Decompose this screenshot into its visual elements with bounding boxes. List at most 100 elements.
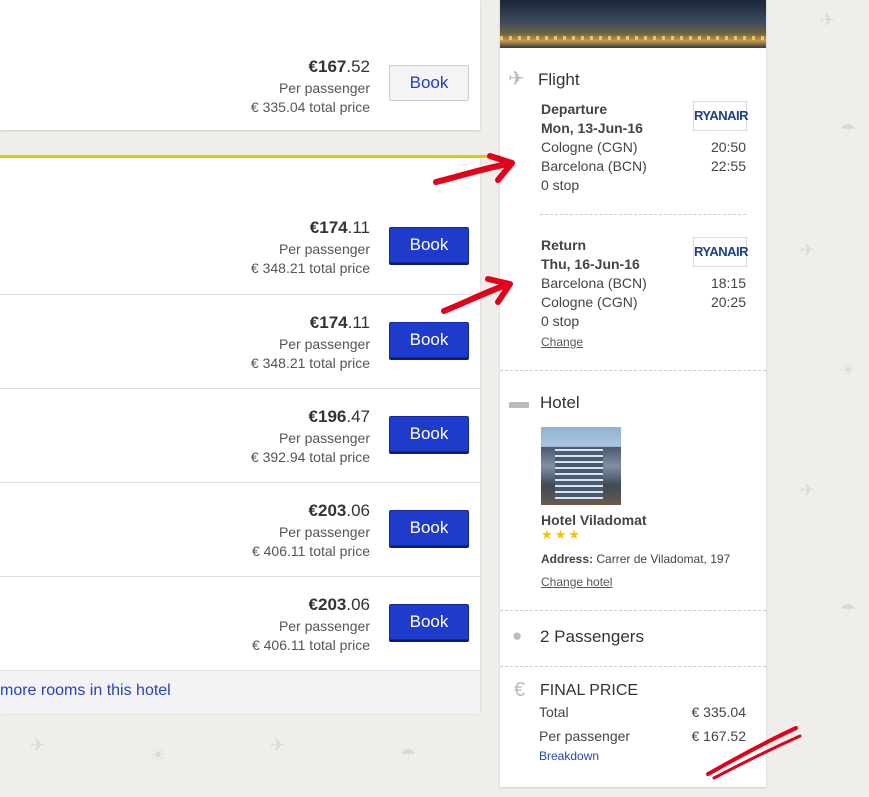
price-block: €203.06 Per passenger € 406.11 total pri… xyxy=(252,595,370,653)
departure-destination: Barcelona (BCN) xyxy=(541,158,647,174)
more-rooms-link[interactable]: more rooms in this hotel xyxy=(0,670,480,714)
price-integer: €196 xyxy=(308,407,347,426)
per-passenger-label: Per passenger xyxy=(278,618,370,634)
price-block: €203.06 Per passenger € 406.11 total pri… xyxy=(252,501,370,559)
person-icon: ● xyxy=(512,626,523,645)
per-passenger-label: Per passenger xyxy=(278,241,370,257)
book-button[interactable]: Book xyxy=(389,416,469,452)
euro-icon: € xyxy=(514,679,526,701)
airline-logo: RYANAIR xyxy=(693,101,749,131)
divider xyxy=(540,214,746,215)
book-button[interactable]: Book xyxy=(389,65,469,101)
price-decimal: .11 xyxy=(347,218,370,237)
total-price-label: € 335.04 total price xyxy=(250,99,370,115)
price-decimal: .06 xyxy=(346,501,370,520)
hotel-name: Hotel Viladomat xyxy=(541,512,647,528)
price-integer: €203 xyxy=(308,501,347,520)
divider xyxy=(500,370,766,371)
annotation-scribble xyxy=(706,726,802,780)
divider xyxy=(500,610,766,611)
passengers-count: 2 Passengers xyxy=(540,627,644,646)
price-decimal: .06 xyxy=(346,595,370,614)
return-origin: Barcelona (BCN) xyxy=(541,275,647,291)
total-price-label: € 348.21 total price xyxy=(250,260,370,276)
decor-icon: ☂ xyxy=(840,600,857,620)
price-decimal: .52 xyxy=(346,57,370,76)
price-amount: €167.52 xyxy=(251,57,370,77)
decor-icon: ☀ xyxy=(840,360,857,380)
breakdown-link[interactable]: Breakdown xyxy=(539,749,599,763)
per-passenger-label: Per passenger xyxy=(539,728,631,744)
result-card-top: €167.52 Per passenger € 335.04 total pri… xyxy=(0,0,480,130)
star-rating: ★★★ xyxy=(541,527,582,542)
results-list: €174.11 Per passenger € 348.21 total pri… xyxy=(0,158,480,714)
return-label: Return xyxy=(541,237,587,253)
decor-icon: ✈ xyxy=(800,480,816,500)
departure-label: Departure xyxy=(541,101,608,117)
price-decimal: .11 xyxy=(347,313,370,332)
per-passenger-label: Per passenger xyxy=(278,80,370,96)
departure-date: Mon, 13-Jun-16 xyxy=(541,120,643,136)
departure-stops: 0 stop xyxy=(541,177,580,193)
flight-section-title: Flight xyxy=(538,70,580,89)
price-block: €196.47 Per passenger € 392.94 total pri… xyxy=(251,407,370,465)
list-item: €196.47 Per passenger € 392.94 total pri… xyxy=(0,388,480,483)
change-flight-link[interactable]: Change xyxy=(541,335,583,349)
departure-time: 20:50 xyxy=(710,139,746,155)
total-price-label: € 392.94 total price xyxy=(250,449,370,465)
decor-icon: ✈ xyxy=(30,735,46,755)
book-button[interactable]: Book xyxy=(389,322,469,358)
return-destination: Cologne (CGN) xyxy=(541,294,638,310)
booking-summary-sidebar: ✈ Flight Departure Mon, 13-Jun-16 Cologn… xyxy=(500,0,766,787)
hotel-section-title: Hotel xyxy=(540,393,580,412)
more-rooms-label: more rooms in this hotel xyxy=(0,682,171,699)
decor-icon: ✈ xyxy=(800,240,816,260)
price-integer: €174 xyxy=(309,218,348,237)
list-item: €203.06 Per passenger € 406.11 total pri… xyxy=(0,482,480,577)
address-label: Address: xyxy=(541,552,594,566)
list-item: €174.11 Per passenger € 348.21 total pri… xyxy=(0,200,480,294)
price-integer: €167 xyxy=(308,57,347,76)
per-passenger-label: Per passenger xyxy=(278,336,370,352)
price-integer: €174 xyxy=(309,313,348,332)
book-button[interactable]: Book xyxy=(389,510,469,546)
list-item: €174.11 Per passenger € 348.21 total pri… xyxy=(0,294,480,389)
destination-image xyxy=(500,0,766,48)
total-value: € 335.04 xyxy=(691,704,747,720)
per-passenger-label: Per passenger xyxy=(278,430,370,446)
return-date: Thu, 16-Jun-16 xyxy=(541,256,640,272)
decor-icon: ☀ xyxy=(150,745,167,765)
final-price-title: FINAL PRICE xyxy=(540,682,639,699)
price-block: €174.11 Per passenger € 348.21 total pri… xyxy=(251,218,370,276)
decor-icon: ✈ xyxy=(820,10,836,30)
divider xyxy=(500,666,766,667)
annotation-arrow xyxy=(433,153,515,185)
price-block: €174.11 Per passenger € 348.21 total pri… xyxy=(251,313,370,371)
hotel-address: Carrer de Viladomat, 197 xyxy=(596,552,731,566)
change-hotel-link[interactable]: Change hotel xyxy=(541,575,612,589)
departure-origin: Cologne (CGN) xyxy=(541,139,638,155)
annotation-arrow xyxy=(441,276,513,314)
hotel-photo xyxy=(541,427,621,505)
total-price-label: € 406.11 total price xyxy=(251,543,370,559)
price-decimal: .47 xyxy=(346,407,370,426)
arrival-time: 22:55 xyxy=(710,158,746,174)
plane-icon: ✈ xyxy=(508,68,525,90)
book-button[interactable]: Book xyxy=(389,227,469,263)
total-label: Total xyxy=(539,704,569,720)
price-block: €167.52 Per passenger € 335.04 total pri… xyxy=(251,57,370,115)
list-item: €203.06 Per passenger € 406.11 total pri… xyxy=(0,576,480,671)
return-stops: 0 stop xyxy=(541,313,580,329)
decor-icon: ☂ xyxy=(400,745,417,765)
return-departure-time: 18:15 xyxy=(710,275,746,291)
decor-icon: ✈ xyxy=(270,735,286,755)
airline-logo: RYANAIR xyxy=(693,237,749,267)
total-price-label: € 348.21 total price xyxy=(250,355,370,371)
per-passenger-label: Per passenger xyxy=(278,524,370,540)
price-integer: €203 xyxy=(308,595,347,614)
book-button[interactable]: Book xyxy=(389,604,469,640)
return-arrival-time: 20:25 xyxy=(710,294,746,310)
bed-icon: ▬ xyxy=(509,391,529,413)
total-price-label: € 406.11 total price xyxy=(251,637,370,653)
decor-icon: ☂ xyxy=(840,120,857,140)
